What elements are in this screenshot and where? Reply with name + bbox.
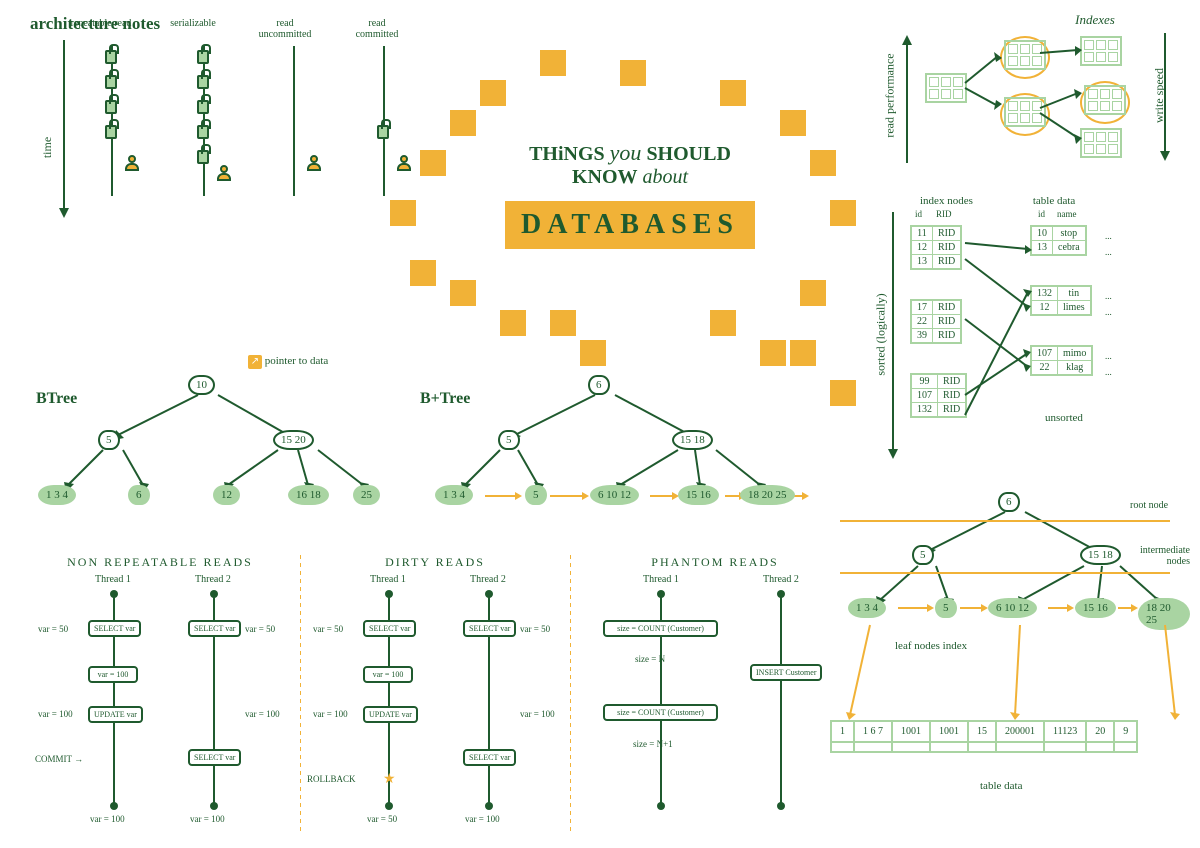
pr-t1-op3: size = N+1 [633,739,673,749]
idxmap-right-header: table data [1033,195,1075,207]
nr-t2-label: Thread 2 [195,574,231,585]
pr-t1-op1: size = N [635,654,665,664]
time-axis-arrow [55,40,73,220]
btree-leaf-4: 25 [353,485,380,505]
dr-t1-s3: var = 50 [367,814,397,824]
nr-t2-op1: SELECT var [188,749,241,766]
bplustree-diagram: B+Tree 6 5 15 18 1 3 4 5 6 10 12 15 16 1… [420,370,800,550]
divider-1 [300,555,301,835]
iso-label-3: read committed [346,18,408,40]
bpt-leaf-3: 15 16 [678,485,719,505]
dr-t1-s1: var = 100 [313,709,348,719]
nr-t1-op2: UPDATE var [88,706,143,723]
bpt-leaf-1: 5 [525,485,547,505]
bpt-mid-left: 5 [498,430,520,450]
tabledata-label: table data [980,780,1022,792]
btree-leaf-0: 1 3 4 [38,485,76,505]
idxmap-cross-arrows [880,207,1180,457]
btree-leaf-1: 6 [128,485,150,505]
idx-graph-arrows [880,28,1180,168]
bpt-leaf-0: 1 3 4 [435,485,473,505]
nr-t2-s1: var = 100 [245,709,280,719]
nr-t1-op1: var = 100 [88,666,138,683]
dr-t1-op0: SELECT var [363,620,416,637]
nr-t1-s1: var = 100 [38,709,73,719]
btree-connectors [28,370,398,550]
title-block: THiNGS you SHOULD KNOW about DATABASES [420,110,830,340]
iso-label-2: read uncommitted [254,18,316,40]
pr-t2-label: Thread 2 [763,574,799,585]
pr-t1-label: Thread 1 [643,574,679,585]
nr-t1-s3: var = 100 [90,814,125,824]
nr-t1-label: Thread 1 [95,574,131,585]
dr-t1-op1: var = 100 [363,666,413,683]
dr-t2-op0: SELECT var [463,620,516,637]
bpt-leaf-2: 6 10 12 [590,485,639,505]
bptL-root: 6 [998,492,1020,512]
divider-2 [570,555,571,835]
nr-t2-s0: var = 50 [245,624,275,634]
pointer-icon: ↗ [248,355,262,369]
anomaly-dirty: DIRTY READS Thread 1 Thread 2 SELECT var… [315,555,555,834]
nr-t1-op0: SELECT var [88,620,141,637]
dr-t2-s2: var = 100 [465,814,500,824]
isolation-levels: repeatable read serializable read uncomm… [30,10,410,220]
dr-t1-label: Thread 1 [370,574,406,585]
dr-t2-label: Thread 2 [470,574,506,585]
index-map-region: index nodes table data sorted (logically… [880,195,1180,467]
dr-title: DIRTY READS [315,555,555,570]
rootnode-label: root node [1130,500,1168,511]
dr-t1-op2: UPDATE var [363,706,418,723]
btree-leaf-2: 12 [213,485,240,505]
iso-label-1: serializable [162,18,224,40]
rollback-star-icon: ★ [383,771,396,788]
iso-label-0: repeatable read [70,18,132,40]
btree-diagram: BTree ↗ pointer to data 10 5 15 20 1 3 4… [28,370,398,550]
pointer-legend: ↗ pointer to data [248,355,328,369]
pr-t1-op2: size = COUNT (Customer) [603,704,718,721]
btree-mid-right: 15 20 [273,430,314,450]
title-word1: THiNGS [529,143,605,165]
bptL-mid-right: 15 18 [1080,545,1121,565]
nr-t2-s2: var = 100 [190,814,225,824]
title-text: THiNGS you SHOULD KNOW about DATABASES [480,140,780,249]
dr-t1-s2: ROLLBACK [307,774,356,784]
title-word4: KNOW [572,166,638,188]
pointer-legend-text: pointer to data [265,355,329,367]
bptL-mid-left: 5 [912,545,934,565]
anomaly-nonrepeatable: NON REPEATABLE READS Thread 1 Thread 2 S… [40,555,280,834]
title-word5: about [643,166,689,188]
nr-t2-op0: SELECT var [188,620,241,637]
nr-t1-s0: var = 50 [38,624,68,634]
indexes-title: Indexes [1010,12,1180,28]
bptL-to-table-arrows [840,620,1190,730]
bptL-leaf-links [840,593,1190,623]
dr-t1-s0: var = 50 [313,624,343,634]
nr-title: NON REPEATABLE READS [40,555,280,570]
title-big: DATABASES [505,201,755,249]
bpt-leaf-4: 18 20 25 [740,485,795,505]
time-label: time [40,137,55,158]
btree-mid-left: 5 [98,430,120,450]
pr-title: PHANTOM READS [585,555,845,570]
pr-t2-op0: INSERT Customer [750,664,822,681]
anomaly-phantom: PHANTOM READS Thread 1 Thread 2 size = C… [585,555,845,834]
dr-t2-s0: var = 50 [520,624,550,634]
pr-t1-op0: size = COUNT (Customer) [603,620,718,637]
btree-root: 10 [188,375,215,395]
title-word3: SHOULD [646,143,730,165]
title-word2: you [610,140,642,165]
bpt-mid-right: 15 18 [672,430,713,450]
dr-t2-op1: SELECT var [463,749,516,766]
indexes-region: Indexes read performance write speed [880,12,1180,168]
btree-leaf-3: 16 18 [288,485,329,505]
dr-t2-s1: var = 100 [520,709,555,719]
nr-t1-s2: COMMIT → [35,754,83,764]
bplustree-connectors [420,370,800,550]
table-data-row: 1 1 6 7 1001 1001 15 200001 11123 20 9 [830,720,1138,753]
idxmap-left-header: index nodes [920,195,973,207]
midnode-label: intermediate nodes [1130,545,1190,567]
bpt-root: 6 [588,375,610,395]
